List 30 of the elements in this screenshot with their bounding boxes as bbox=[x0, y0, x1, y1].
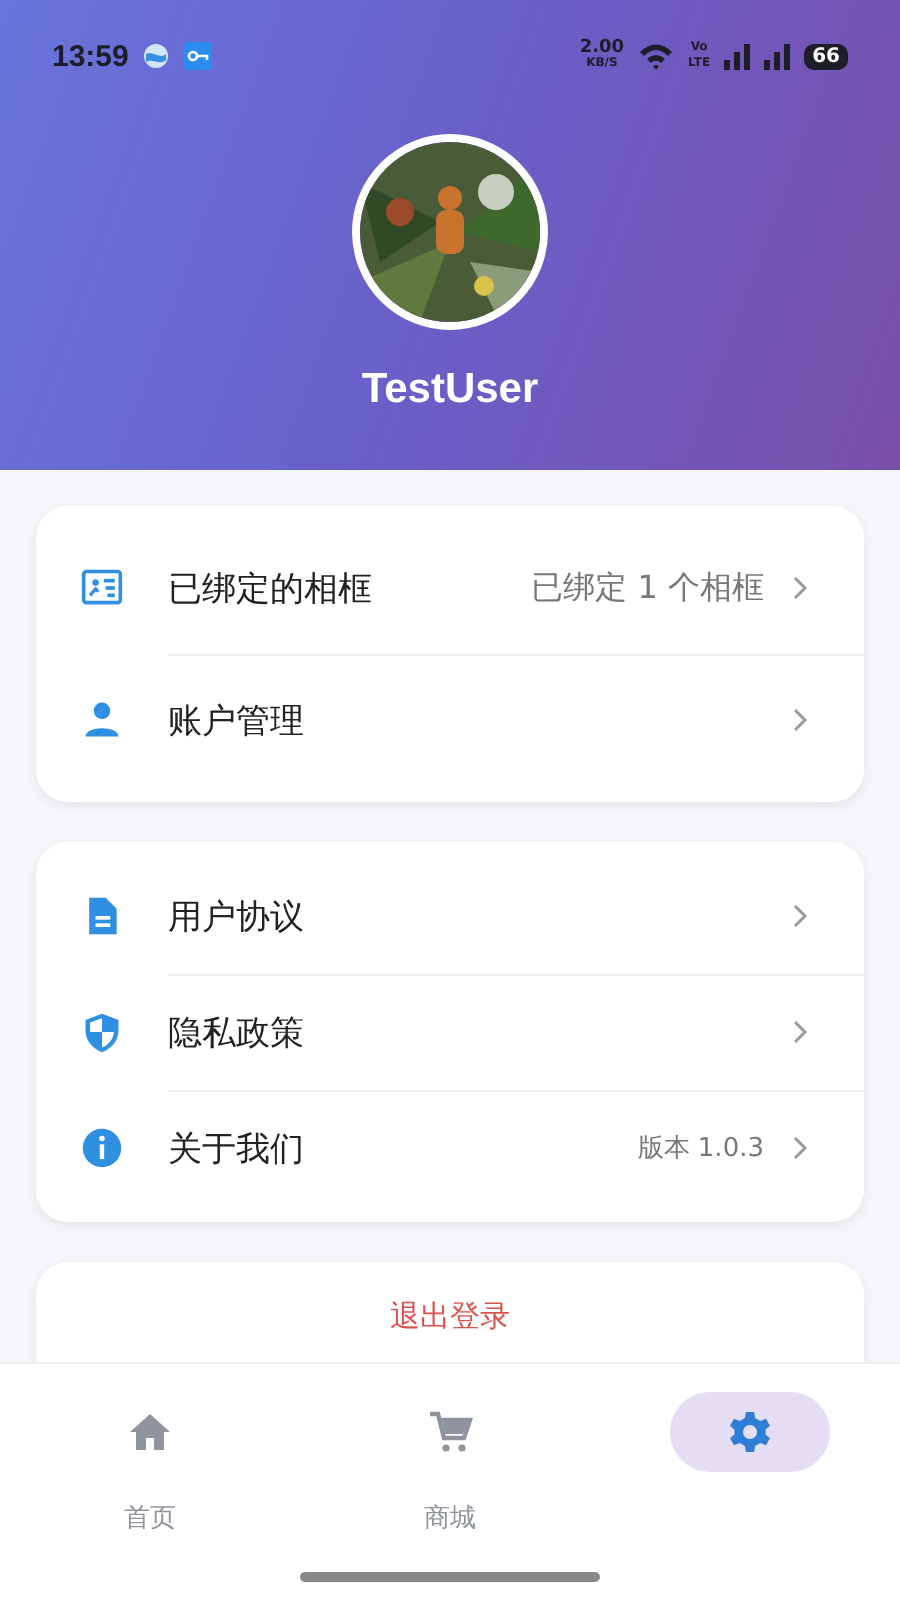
menu-value: 版本 1.0.3 bbox=[637, 1132, 764, 1166]
person-icon bbox=[80, 698, 124, 742]
menu-item[interactable]: 隐私政策 bbox=[36, 974, 864, 1090]
menu-item[interactable]: 已绑定的相框 已绑定 1 个相框 bbox=[36, 522, 864, 654]
nav-tab[interactable] bbox=[670, 1392, 830, 1472]
chevron-icon bbox=[792, 1020, 808, 1044]
globe-icon bbox=[142, 42, 171, 70]
menu-item[interactable]: 用户协议 bbox=[36, 858, 864, 974]
id-card-icon bbox=[80, 566, 124, 610]
key-icon bbox=[184, 42, 213, 70]
menu-item[interactable]: 账户管理 bbox=[36, 654, 864, 786]
signal-icon bbox=[724, 42, 751, 70]
battery-level: 66 bbox=[804, 43, 848, 69]
shield-icon bbox=[80, 1010, 124, 1054]
cart-icon bbox=[426, 1408, 474, 1456]
chevron-icon bbox=[792, 708, 808, 732]
chevron-icon bbox=[792, 576, 808, 600]
logout-button[interactable]: 退出登录 bbox=[370, 1290, 530, 1344]
chevron-icon bbox=[792, 904, 808, 928]
chevron-icon bbox=[792, 1136, 808, 1160]
signal-icon bbox=[764, 42, 791, 70]
settings-icon bbox=[726, 1408, 774, 1456]
clock-time: 13:59 bbox=[52, 39, 129, 73]
username: TestUser bbox=[361, 366, 539, 414]
wifi-icon bbox=[638, 42, 675, 70]
info-icon bbox=[80, 1126, 124, 1170]
network-speed: 2.00 bbox=[579, 40, 625, 56]
menu-item[interactable]: 关于我们 版本 1.0.3 bbox=[36, 1090, 864, 1206]
menu-value: 已绑定 1 个相框 bbox=[531, 567, 764, 609]
home-icon bbox=[126, 1408, 174, 1456]
